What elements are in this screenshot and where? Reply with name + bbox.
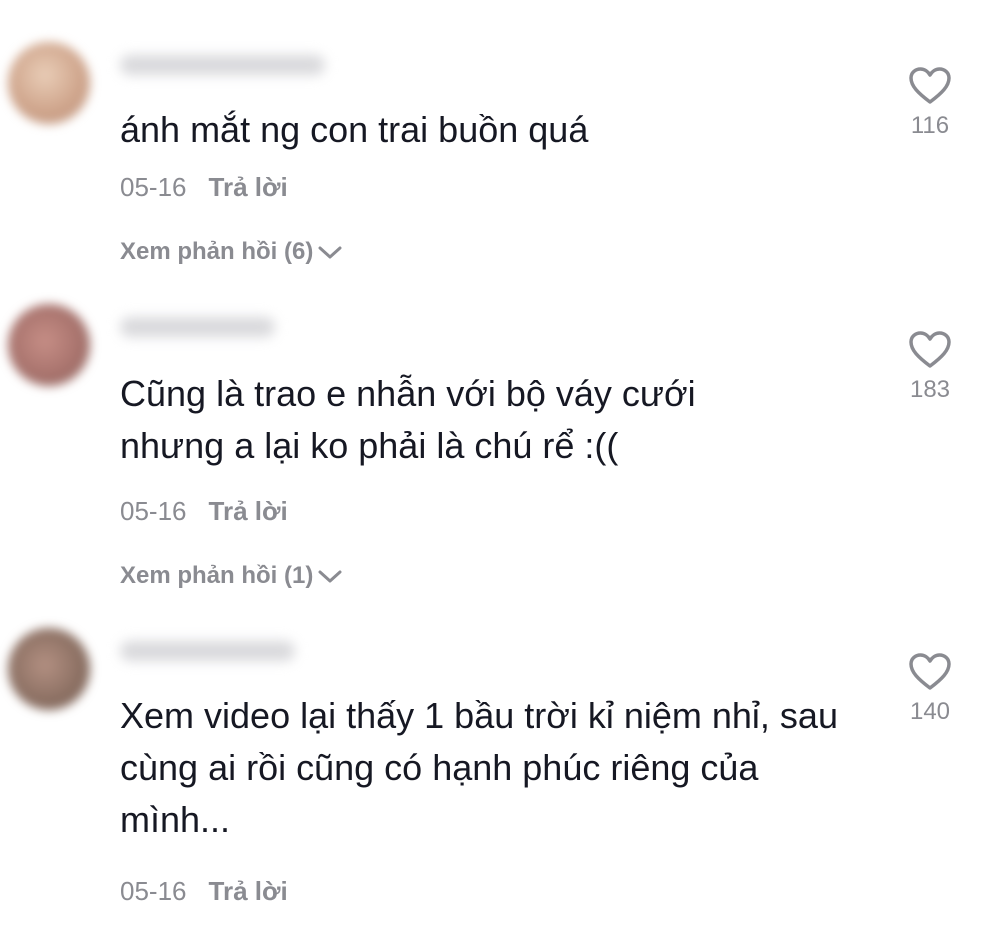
avatar[interactable] xyxy=(8,42,90,124)
comment-text: Xem video lại thấy 1 bầu trời kỉ niệm nh… xyxy=(120,695,838,840)
view-replies-button[interactable]: Xem phản hồi (6) xyxy=(120,238,343,266)
comment-meta: 05-16 Trả lời xyxy=(120,172,288,203)
username-blurred[interactable] xyxy=(120,641,295,661)
like-button[interactable]: 140 xyxy=(900,652,960,726)
comment-meta: 05-16 Trả lời xyxy=(120,876,288,907)
comment-text: ánh mắt ng con trai buồn quá xyxy=(120,109,589,150)
like-button[interactable]: 183 xyxy=(900,330,960,404)
avatar[interactable] xyxy=(8,304,90,386)
view-replies-button[interactable]: Xem phản hồi (1) xyxy=(120,562,343,590)
heart-outline-icon xyxy=(909,67,951,104)
comment-date: 05-16 xyxy=(120,876,187,906)
reply-button[interactable]: Trả lời xyxy=(209,876,288,906)
comment-meta: 05-16 Trả lời xyxy=(120,496,288,527)
like-count: 140 xyxy=(909,698,951,725)
like-count: 116 xyxy=(910,112,950,139)
username-blurred[interactable] xyxy=(120,55,325,75)
comment-text: Cũng là trao e nhẫn với bộ váy cưới nhưn… xyxy=(120,373,696,466)
view-replies-label: Xem phản hồi (6) xyxy=(120,238,314,265)
reply-button[interactable]: Trả lời xyxy=(209,496,288,526)
heart-outline-icon xyxy=(909,331,951,368)
avatar[interactable] xyxy=(8,628,90,710)
comment-date: 05-16 xyxy=(120,172,187,202)
comment-date: 05-16 xyxy=(120,496,187,526)
view-replies-label: Xem phản hồi (1) xyxy=(120,562,314,589)
like-count: 183 xyxy=(909,376,951,403)
reply-button[interactable]: Trả lời xyxy=(209,172,288,202)
like-button[interactable]: 116 xyxy=(900,66,960,140)
chevron-down-icon xyxy=(318,570,342,583)
heart-outline-icon xyxy=(909,653,951,690)
chevron-down-icon xyxy=(318,246,342,259)
username-blurred[interactable] xyxy=(120,317,275,337)
